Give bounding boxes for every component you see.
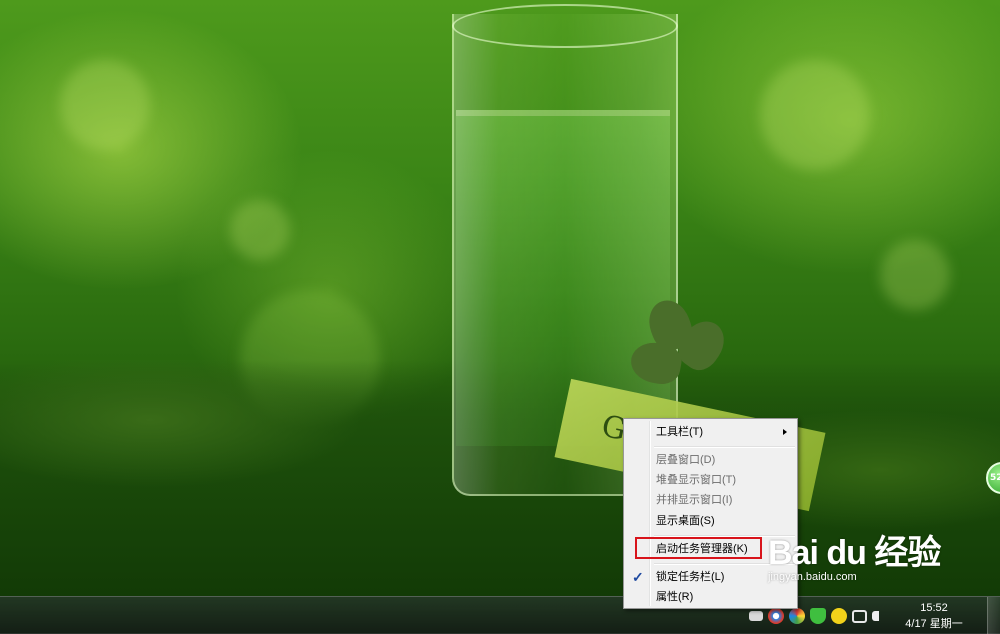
watermark-logo: Bai du 经验	[768, 534, 941, 572]
menu-item-label: 属性(R)	[656, 591, 694, 603]
network-icon[interactable]	[852, 609, 867, 623]
menu-item-properties[interactable]: 属性(R)	[626, 587, 795, 607]
taskbar[interactable]: 15:52 4/17 星期一	[0, 596, 1000, 634]
volume-icon[interactable]	[872, 611, 888, 621]
menu-item-side-by-side-windows: 并排显示窗口(I)	[626, 490, 795, 510]
clock-date: 4/17 星期一	[905, 618, 963, 630]
bokeh-light	[760, 60, 870, 170]
menu-item-cascade-windows: 层叠窗口(D)	[626, 450, 795, 470]
menu-item-label: 锁定任务栏(L)	[656, 571, 725, 583]
annotation-highlight-box	[635, 537, 762, 559]
bokeh-light	[60, 60, 150, 150]
show-desktop-button[interactable]	[987, 597, 1000, 634]
glass-rim	[452, 4, 678, 48]
shield-icon[interactable]	[810, 608, 826, 624]
bokeh-light	[230, 200, 290, 260]
menu-item-toolbars[interactable]: 工具栏(T)	[626, 422, 795, 442]
checkmark-icon: ✓	[632, 569, 644, 585]
submenu-arrow-icon	[783, 429, 787, 435]
taskbar-clock[interactable]: 15:52 4/17 星期一	[904, 600, 964, 632]
menu-item-label: 工具栏(T)	[656, 426, 704, 438]
menu-separator	[654, 446, 795, 448]
bokeh-light	[880, 240, 950, 310]
browser-icon[interactable]	[768, 608, 784, 624]
menu-item-label: 显示桌面(S)	[656, 515, 715, 527]
menu-item-label: 层叠窗口(D)	[656, 454, 716, 466]
color-wheel-icon[interactable]	[789, 608, 805, 624]
baidu-jingyan-watermark: Bai du 经验 jingyan.baidu.com	[768, 525, 941, 583]
plus-icon[interactable]	[831, 608, 847, 624]
menu-item-stack-windows: 堆叠显示窗口(T)	[626, 470, 795, 490]
clock-time: 15:52	[920, 602, 948, 614]
watermark-url: jingyan.baidu.com	[768, 571, 857, 583]
keyboard-icon[interactable]	[749, 611, 763, 621]
menu-item-label: 并排显示窗口(I)	[656, 494, 733, 506]
menu-item-label: 堆叠显示窗口(T)	[656, 474, 737, 486]
